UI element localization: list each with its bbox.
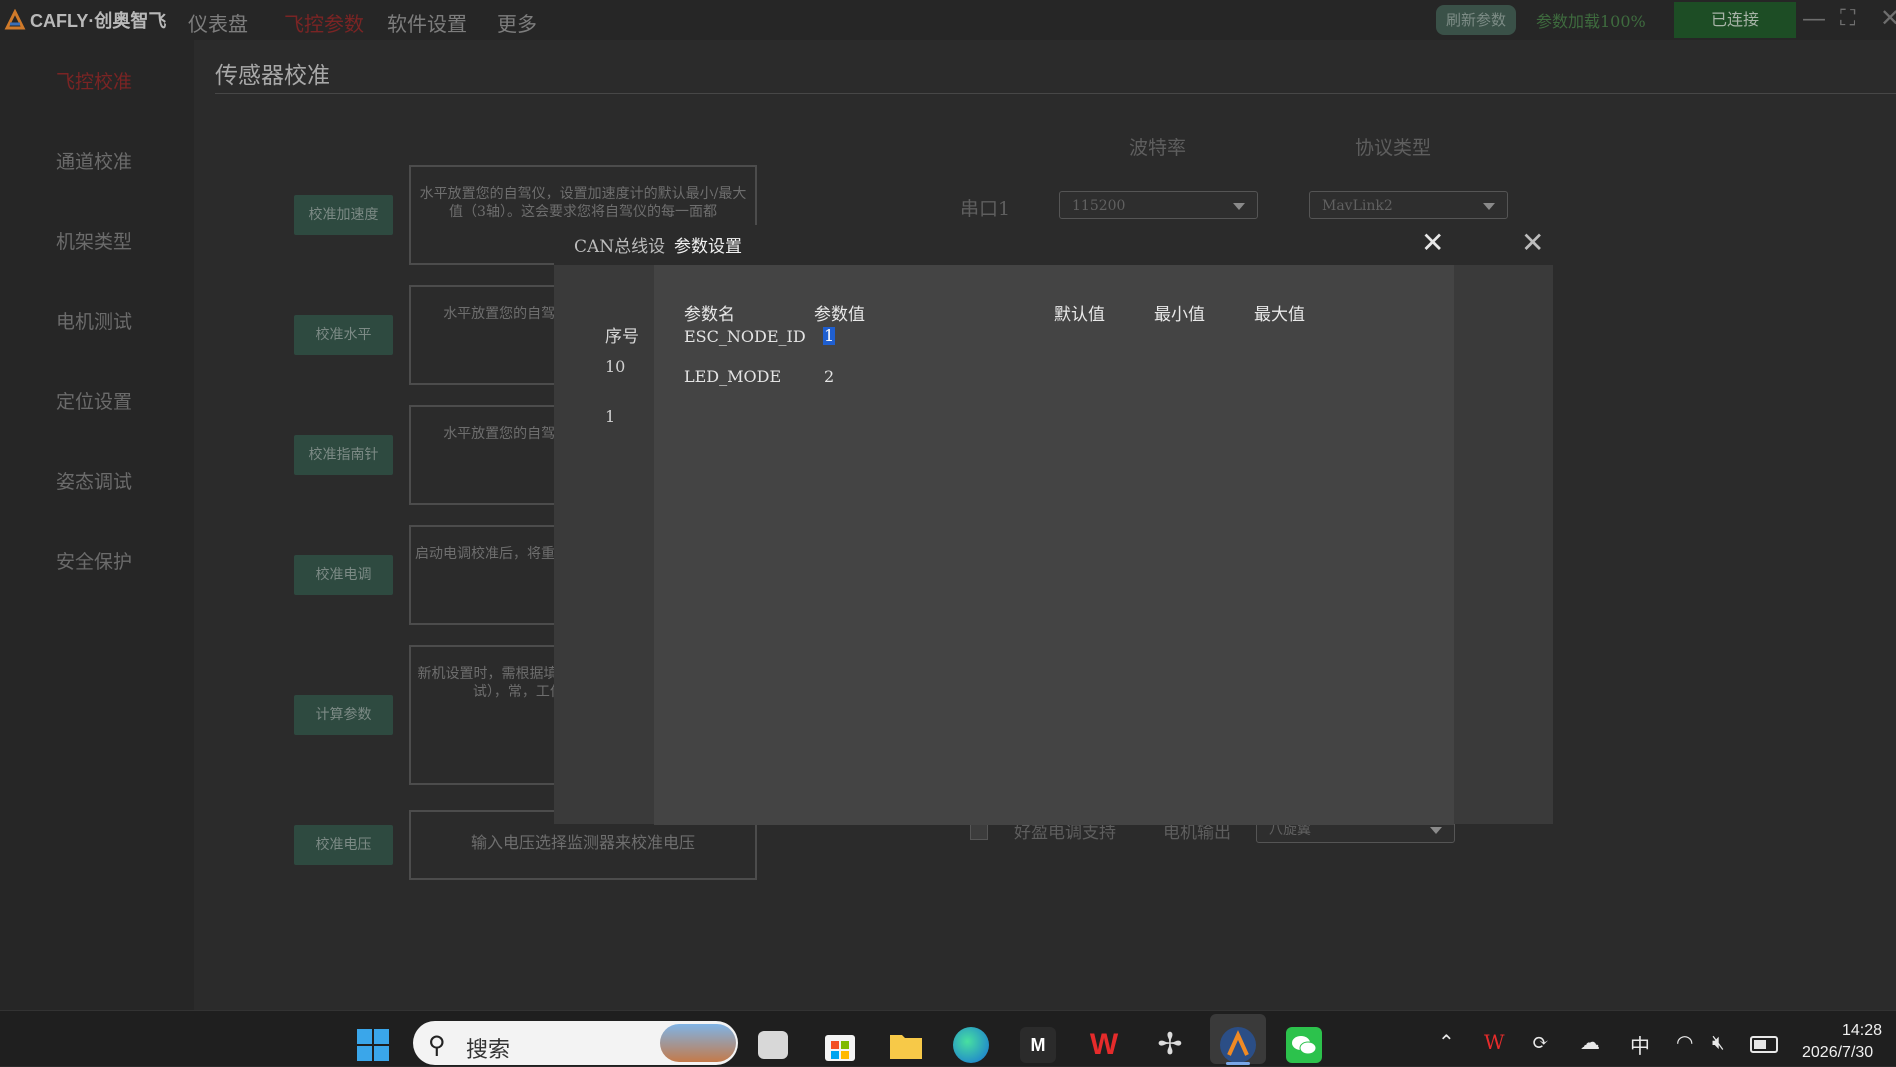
baud-rate-value: 115200 [1072, 198, 1126, 214]
row-value-input[interactable]: 1 [823, 327, 836, 345]
nav-software-settings[interactable]: 软件设置 [387, 8, 467, 37]
windows-start-icon[interactable] [355, 1027, 391, 1063]
task-view-icon[interactable] [758, 1031, 788, 1059]
volume-muted-icon[interactable]: 🔇︎ [1712, 1030, 1725, 1054]
app-logo: CAFLY·创奥智飞 [4, 6, 166, 34]
cafly-app-icon[interactable] [1220, 1027, 1256, 1063]
window-close-icon[interactable]: ✕ [1880, 4, 1896, 32]
col-default: 默认值 [1054, 305, 1105, 325]
search-placeholder: 搜索 [466, 1037, 511, 1062]
param-table-panel [654, 265, 1454, 825]
sidebar-item-attitude-tuning[interactable]: 姿态调试 [0, 467, 188, 494]
index-header: 序号 [605, 327, 639, 347]
search-highlight-image [660, 1024, 736, 1062]
search-icon: ⚲ [428, 1031, 446, 1059]
sidebar-item-fc-calibration[interactable]: 飞控校准 [0, 67, 188, 94]
brand-name: CAFLY·创奥智飞 [30, 11, 167, 31]
inner-close-icon[interactable]: ✕ [1421, 229, 1444, 257]
col-min: 最小值 [1154, 305, 1205, 325]
baud-rate-select[interactable]: 115200 [1059, 191, 1258, 219]
nav-flight-params[interactable]: 飞控参数 [284, 8, 364, 37]
baud-rate-header: 波特率 [1129, 137, 1187, 159]
row-name: ESC_NODE_ID [684, 327, 806, 346]
sidebar-item-safety[interactable]: 安全保护 [0, 547, 188, 574]
sidebar-item-frame-type[interactable]: 机架类型 [0, 227, 188, 254]
protocol-value: MavLink2 [1322, 198, 1393, 214]
sidebar [0, 40, 194, 1010]
minimize-icon[interactable]: — [1802, 4, 1826, 32]
tray-wps-icon[interactable]: W [1484, 1030, 1505, 1054]
sidebar-item-motor-test[interactable]: 电机测试 [0, 307, 188, 334]
mp-app-icon[interactable]: M [1020, 1027, 1056, 1063]
nav-more[interactable]: 更多 [497, 8, 537, 37]
tray-cloud-icon[interactable]: ☁ [1580, 1030, 1600, 1054]
calibrate-accel-button[interactable]: 校准加速度 [294, 195, 393, 235]
tab-can-bus[interactable]: CAN总线设 [574, 232, 665, 257]
page-title: 传感器校准 [215, 63, 330, 89]
tray-sync-icon[interactable]: ⟳ [1532, 1030, 1549, 1054]
protocol-header: 协议类型 [1355, 137, 1432, 159]
calibrate-esc-button[interactable]: 校准电调 [294, 555, 393, 595]
fullscreen-icon[interactable]: ⛶ [1840, 6, 1855, 31]
nav-dashboard[interactable]: 仪表盘 [188, 8, 248, 37]
clock-date[interactable]: 2026/7/30 [1802, 1044, 1873, 1062]
protocol-select[interactable]: MavLink2 [1309, 191, 1508, 219]
drone-app-icon[interactable]: ✢ [1152, 1027, 1188, 1063]
calibrate-compass-button[interactable]: 校准指南针 [294, 435, 393, 475]
tab-param-settings[interactable]: 参数设置 [674, 232, 742, 257]
sidebar-item-channel-calibration[interactable]: 通道校准 [0, 147, 188, 174]
edge-icon[interactable] [953, 1027, 989, 1063]
row-name: LED_MODE [684, 367, 782, 386]
param-load-status: 参数加载100% [1536, 12, 1646, 31]
index-value: 1 [605, 407, 616, 426]
tray-overflow-icon[interactable]: ⌃ [1438, 1030, 1455, 1054]
dialog-close-icon[interactable]: ✕ [1521, 229, 1544, 257]
index-value: 10 [605, 357, 626, 376]
compute-params-button[interactable]: 计算参数 [294, 695, 393, 735]
col-param-name: 参数名 [684, 305, 735, 325]
cafly-logo-icon [4, 9, 26, 30]
refresh-params-button[interactable]: 刷新参数 [1436, 5, 1516, 35]
serial-port-label: 串口1 [960, 198, 1011, 220]
chevron-down-icon [1483, 203, 1495, 210]
chevron-down-icon [1233, 203, 1245, 210]
chevron-down-icon [1430, 827, 1442, 834]
row-value-input[interactable]: 2 [824, 367, 834, 386]
calibrate-level-button[interactable]: 校准水平 [294, 315, 393, 355]
sidebar-item-positioning[interactable]: 定位设置 [0, 387, 188, 414]
calibrate-voltage-button[interactable]: 校准电压 [294, 825, 393, 865]
connection-button[interactable]: 已连接 [1674, 2, 1796, 38]
title-divider [215, 93, 1896, 94]
ime-indicator[interactable]: 中 [1630, 1030, 1650, 1059]
wps-icon[interactable]: W [1086, 1027, 1122, 1063]
clock-time[interactable]: 14:28 [1842, 1022, 1882, 1040]
wechat-icon[interactable] [1286, 1027, 1322, 1063]
col-param-value: 参数值 [814, 305, 865, 325]
taskbar [0, 1010, 1896, 1066]
wifi-icon[interactable]: ◠ [1676, 1030, 1693, 1054]
battery-icon[interactable] [1750, 1036, 1778, 1053]
col-max: 最大值 [1254, 305, 1305, 325]
store-icon[interactable] [822, 1027, 858, 1063]
file-explorer-icon[interactable] [888, 1027, 924, 1063]
